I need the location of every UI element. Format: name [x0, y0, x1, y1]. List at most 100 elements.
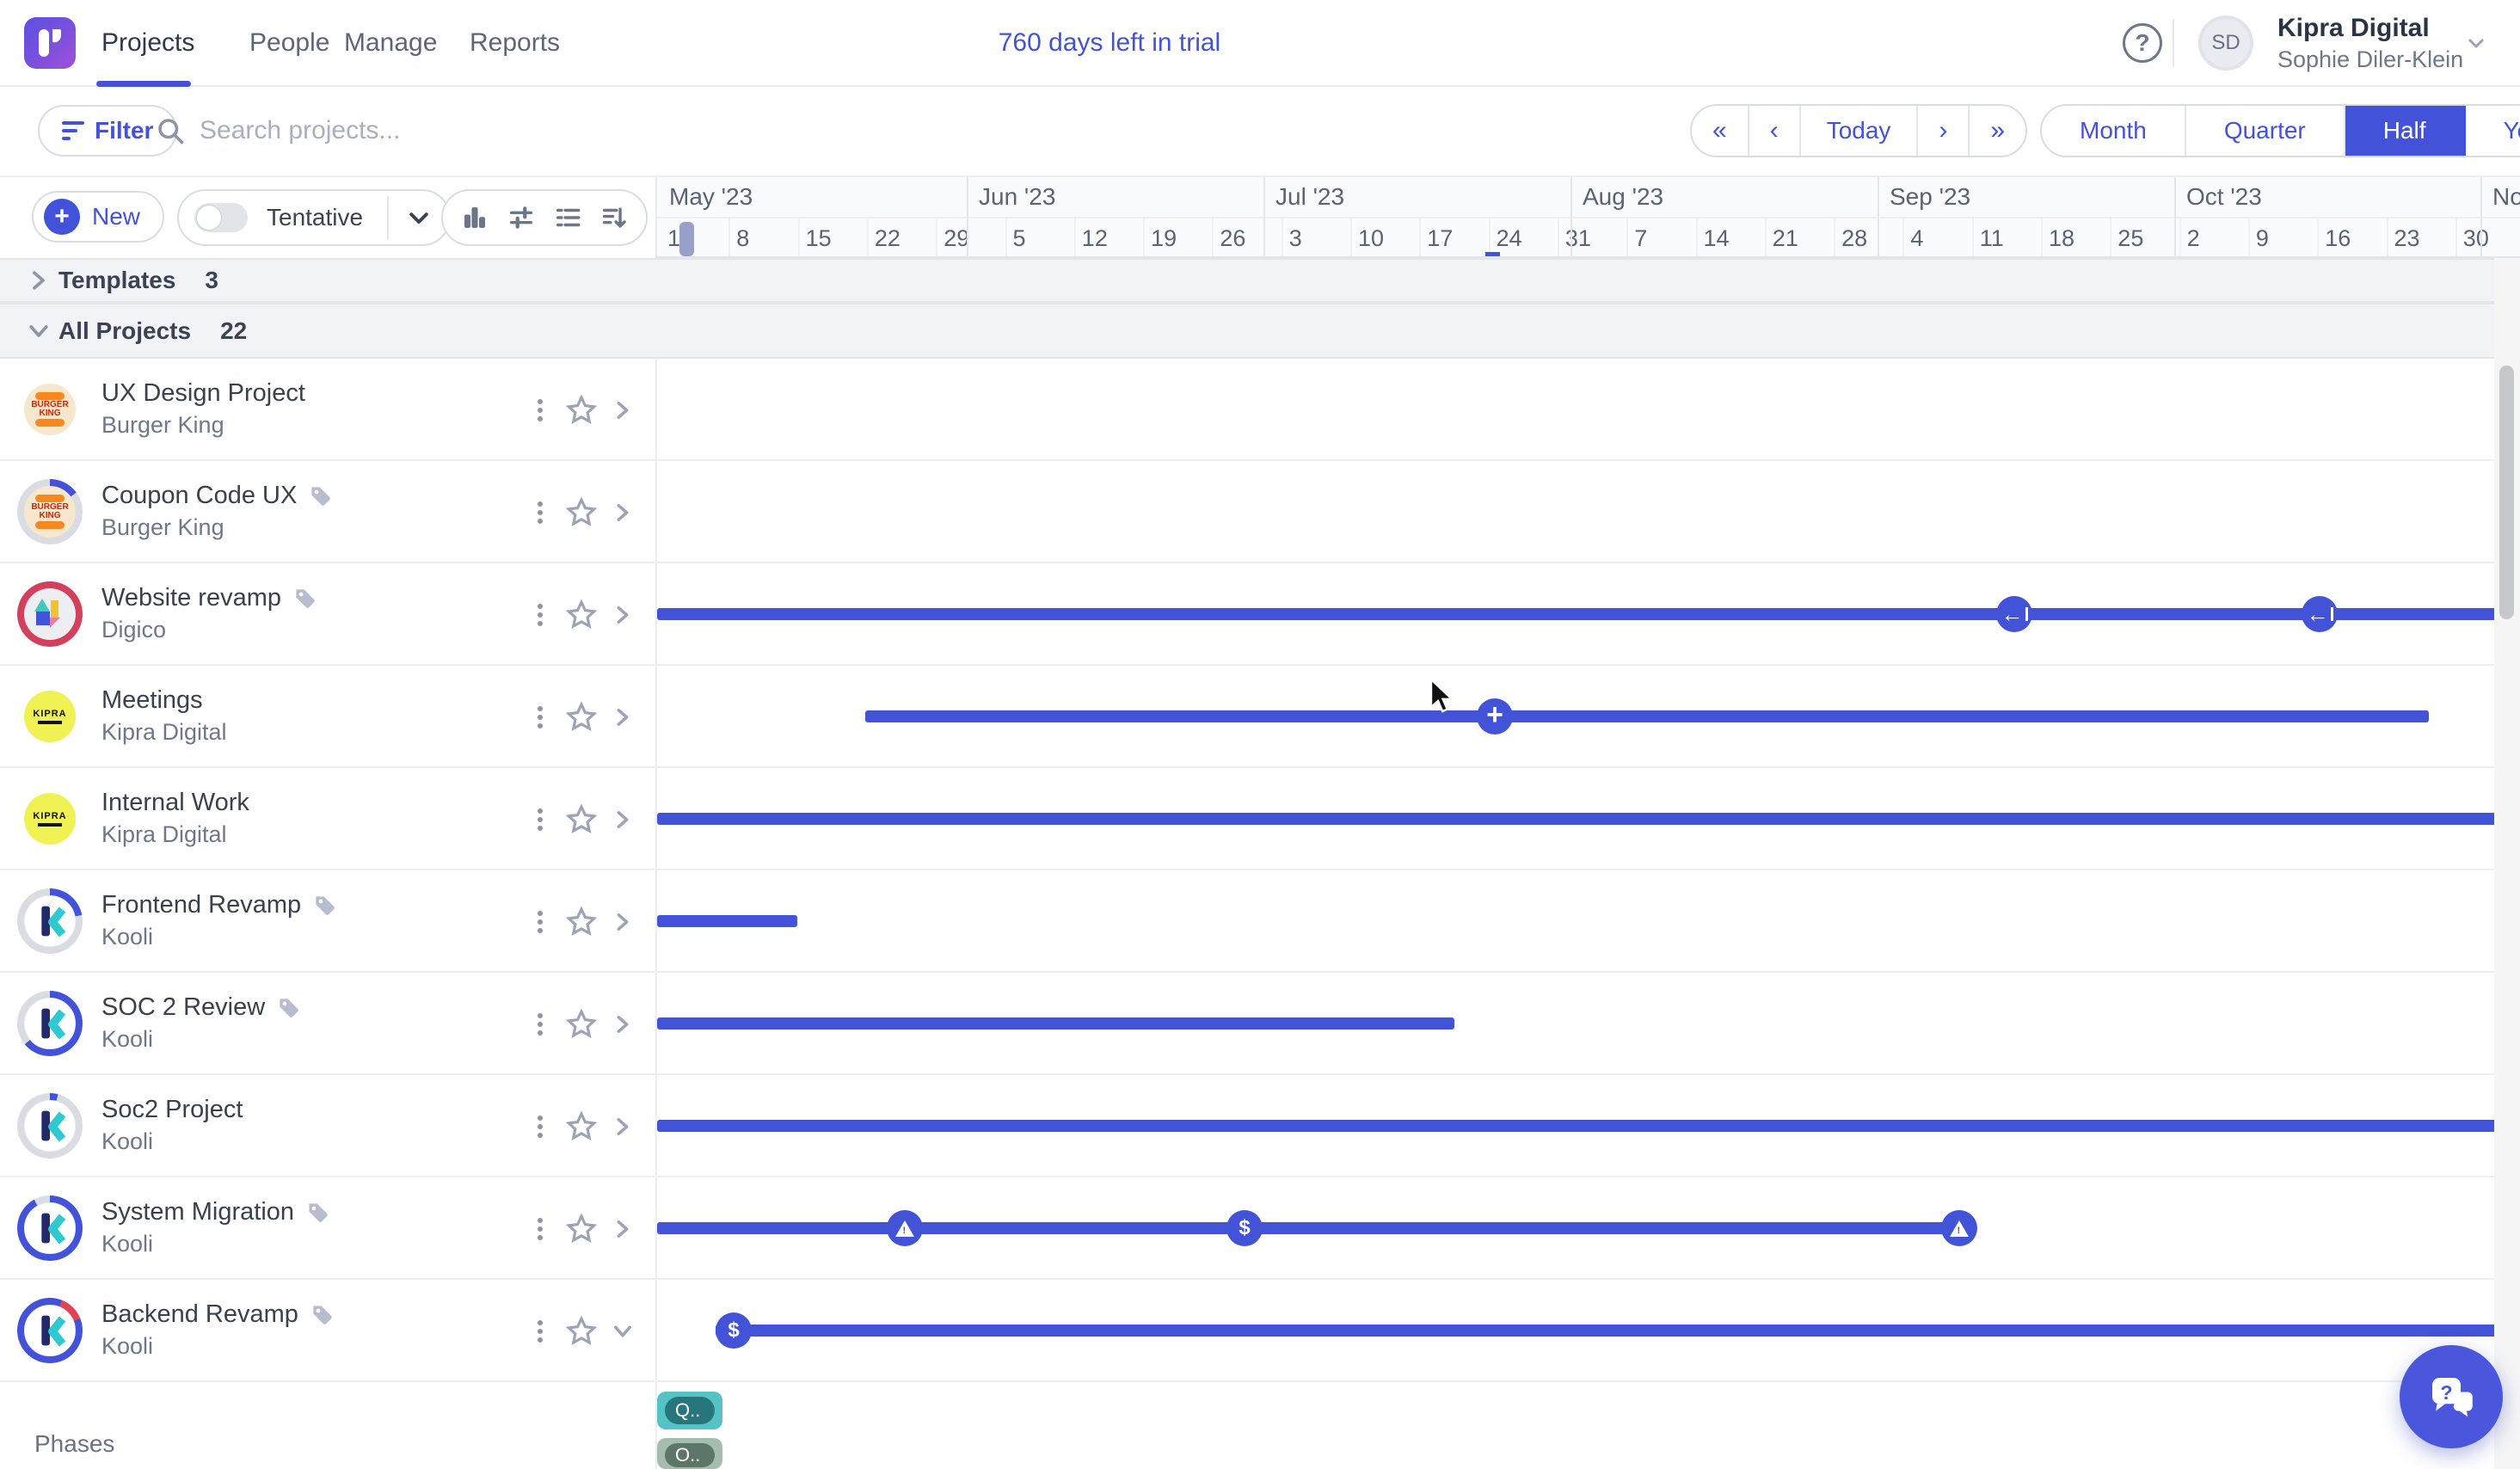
- row-menu-button[interactable]: [521, 903, 559, 941]
- month-label: Oct '23: [2174, 177, 2262, 217]
- nav-reports[interactable]: Reports: [470, 0, 560, 85]
- row-menu-button[interactable]: [521, 1312, 559, 1350]
- row-expand-button[interactable]: [604, 494, 642, 532]
- pager-prev-button[interactable]: ‹: [1749, 106, 1801, 156]
- gantt-bar[interactable]: [657, 813, 2496, 825]
- sort-down-icon[interactable]: [591, 194, 637, 241]
- milestone-plus-icon[interactable]: +: [1477, 698, 1513, 734]
- row-expand-button[interactable]: [604, 1210, 642, 1248]
- row-star-button[interactable]: [562, 903, 600, 941]
- week-label: 25: [2117, 225, 2143, 252]
- gantt-bar[interactable]: [657, 1017, 1454, 1030]
- pager-last-button[interactable]: »: [1970, 106, 2025, 156]
- row-menu-button[interactable]: [521, 698, 559, 736]
- row-menu-button[interactable]: [521, 1108, 559, 1146]
- row-menu-button[interactable]: [521, 1210, 559, 1248]
- group-count: 22: [220, 317, 247, 344]
- gantt-bar[interactable]: [865, 710, 2429, 722]
- tentative-chevron-down-icon[interactable]: [389, 205, 449, 230]
- filter-label: Filter: [95, 117, 153, 144]
- project-client: Kipra Digital: [101, 719, 227, 746]
- row-expand-button[interactable]: [604, 596, 642, 634]
- view-year[interactable]: Year: [2466, 106, 2520, 156]
- row-menu-button[interactable]: [521, 1005, 559, 1043]
- today-button[interactable]: Today: [1801, 106, 1919, 156]
- row-menu-button[interactable]: [521, 596, 559, 634]
- tentative-toggle[interactable]: [194, 203, 248, 232]
- tag-icon: [293, 587, 317, 610]
- row-menu-button[interactable]: [521, 494, 559, 532]
- row-star-button[interactable]: [562, 698, 600, 736]
- milestone-arrow-bar-left-icon[interactable]: ←: [2302, 596, 2338, 632]
- search-input[interactable]: [200, 116, 630, 145]
- search-box: [155, 102, 630, 159]
- view-quarter[interactable]: Quarter: [2186, 106, 2345, 156]
- milestone-warning-icon[interactable]: !: [887, 1210, 923, 1246]
- gantt-bar[interactable]: [657, 1120, 2496, 1132]
- row-expand-button[interactable]: [604, 1005, 642, 1043]
- help-icon[interactable]: ?: [2123, 23, 2162, 63]
- project-name: Meetings: [101, 686, 203, 715]
- row-star-button[interactable]: [562, 801, 600, 839]
- gantt-bar[interactable]: [657, 1222, 1961, 1234]
- row-star-button[interactable]: [562, 1312, 600, 1350]
- row-star-button[interactable]: [562, 494, 600, 532]
- milestone-dollar-icon[interactable]: $: [1226, 1210, 1263, 1246]
- pager-first-button[interactable]: «: [1692, 106, 1749, 156]
- milestone-dollar-icon[interactable]: $: [716, 1312, 752, 1349]
- trial-banner[interactable]: 760 days left in trial: [946, 0, 1273, 85]
- project-name-text: Frontend Revamp: [101, 891, 301, 919]
- row-menu-button[interactable]: [521, 801, 559, 839]
- view-month[interactable]: Month: [2042, 106, 2186, 156]
- row-star-button[interactable]: [562, 1210, 600, 1248]
- gantt-bar[interactable]: [657, 608, 2496, 620]
- row-expand-button[interactable]: [604, 903, 642, 941]
- scrollbar-thumb[interactable]: [2499, 366, 2514, 619]
- tag-icon: [306, 1201, 329, 1224]
- header-divider: [2173, 19, 2174, 67]
- phase-chip[interactable]: Q..: [657, 1392, 722, 1429]
- milestone-arrow-bar-left-icon[interactable]: ←: [1996, 596, 2032, 632]
- pager-next-button[interactable]: ›: [1918, 106, 1970, 156]
- user-name: Sophie Diler-Klein: [2277, 46, 2463, 73]
- row-menu-button[interactable]: [521, 391, 559, 429]
- chevron-right-icon: [611, 1115, 635, 1139]
- tag-icon: [310, 1303, 334, 1326]
- project-client: Kooli: [101, 1026, 153, 1053]
- month-label: May '23: [657, 177, 753, 217]
- bar-chart-icon[interactable]: [452, 194, 498, 241]
- phase-chip[interactable]: O..: [657, 1438, 722, 1469]
- group-row-templates[interactable]: Templates3: [0, 258, 2520, 303]
- avatar[interactable]: SD: [2198, 15, 2253, 71]
- row-expand-button[interactable]: [604, 1108, 642, 1146]
- nav-people[interactable]: People: [249, 0, 329, 85]
- support-chat-button[interactable]: ?: [2400, 1345, 2503, 1448]
- nav-projects[interactable]: Projects: [101, 0, 194, 85]
- timeline-week-row: 1815222951219263101724317142128411182529…: [657, 217, 2520, 258]
- nav-manage[interactable]: Manage: [344, 0, 437, 85]
- row-star-button[interactable]: [562, 391, 600, 429]
- gantt-bar[interactable]: [657, 915, 797, 927]
- row-star-button[interactable]: [562, 1005, 600, 1043]
- list-icon[interactable]: [544, 194, 591, 241]
- sliders-icon[interactable]: [498, 194, 544, 241]
- project-logo: BURGERKING: [24, 384, 76, 435]
- row-expand-button[interactable]: [604, 698, 642, 736]
- row-expand-button[interactable]: [604, 391, 642, 429]
- new-project-button[interactable]: + New: [32, 191, 164, 243]
- row-star-button[interactable]: [562, 596, 600, 634]
- row-star-button[interactable]: [562, 1108, 600, 1146]
- milestone-warning-icon[interactable]: !: [1941, 1210, 1977, 1246]
- project-client: Kooli: [101, 1128, 153, 1155]
- week-gridline: [936, 218, 937, 258]
- timeline-scroll-indicator[interactable]: [679, 222, 694, 256]
- view-half[interactable]: Half: [2345, 106, 2466, 156]
- progress-ring: [17, 1093, 83, 1159]
- group-row-all-projects[interactable]: All Projects22: [0, 303, 2520, 359]
- row-expand-button[interactable]: [604, 801, 642, 839]
- week-label: 8: [736, 225, 749, 252]
- app-logo-icon[interactable]: [24, 17, 76, 69]
- gantt-bar[interactable]: [716, 1325, 2496, 1337]
- account-chevron-down-icon[interactable]: [2462, 33, 2491, 53]
- row-collapse-button[interactable]: [604, 1312, 642, 1350]
